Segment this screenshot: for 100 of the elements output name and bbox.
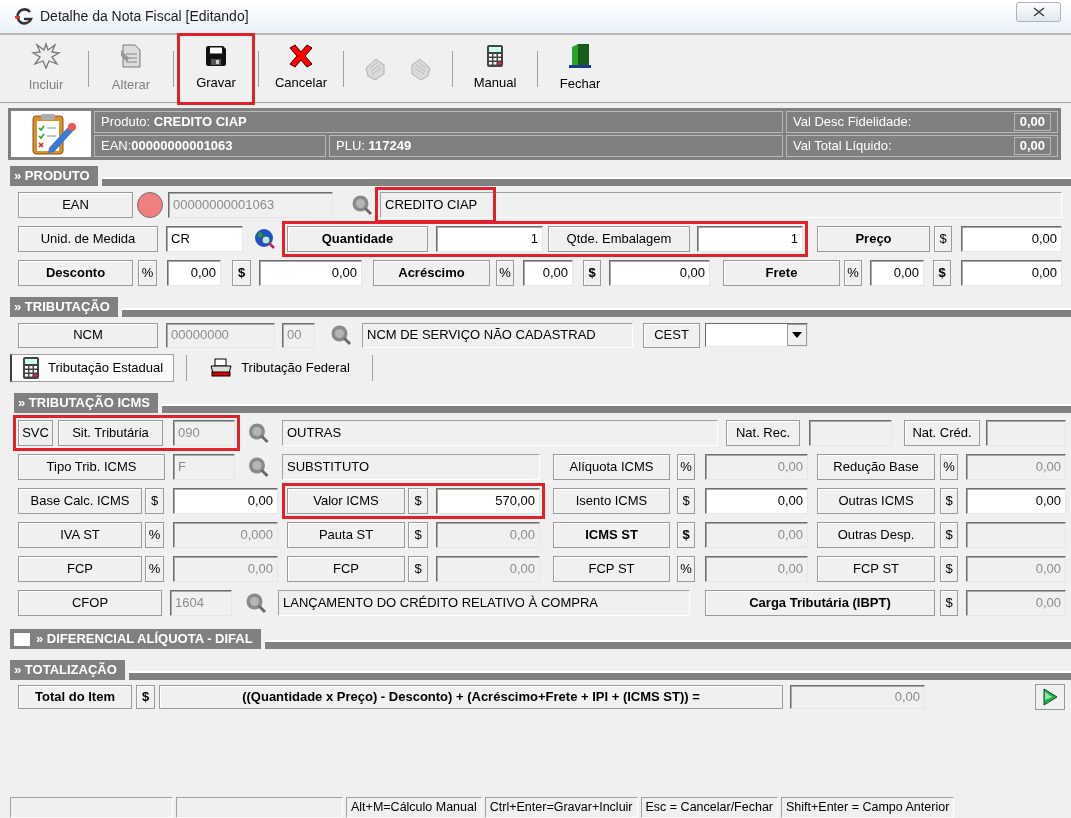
field-label: ((Quantidade x Preço) - Desconto) + (Acréscimo+Frete + IPI + (ICMS ST)) = bbox=[159, 684, 783, 709]
select-field[interactable] bbox=[705, 323, 808, 347]
unit-label: $ bbox=[583, 260, 601, 286]
field-label: Acréscimo bbox=[373, 260, 490, 286]
plu-code: PLU: 117249 bbox=[329, 135, 783, 157]
arrow-icon bbox=[1041, 686, 1059, 707]
dropdown-button[interactable] bbox=[787, 324, 807, 346]
unit-label: % bbox=[496, 260, 514, 286]
description-field[interactable]: CREDITO CIAP bbox=[380, 192, 1062, 218]
field-label: Desconto bbox=[18, 260, 133, 286]
checkbox[interactable] bbox=[14, 632, 30, 646]
field-label: Qtde. Embalagem bbox=[548, 226, 690, 252]
description-field[interactable]: LANÇAMENTO DO CRÉDITO RELATIVO À COMPRA bbox=[278, 589, 690, 616]
input-field[interactable]: 570,00 bbox=[436, 487, 540, 514]
field-label: Isento ICMS bbox=[553, 487, 670, 514]
next-button[interactable] bbox=[1035, 683, 1065, 710]
input-field[interactable]: CR bbox=[166, 226, 243, 252]
field-label: FCP bbox=[18, 555, 142, 582]
field-label: Total do Item bbox=[18, 684, 132, 709]
status-text: Ctrl+Enter=Gravar+Incluir bbox=[484, 797, 638, 818]
field-label: Nat. Rec. bbox=[726, 419, 800, 446]
search-icon[interactable] bbox=[350, 194, 374, 216]
description-field[interactable]: NCM DE SERVIÇO NÃO CADASTRAD bbox=[362, 322, 633, 348]
field-label: FCP ST bbox=[817, 555, 935, 582]
status-text: Shift+Enter = Campo Anterior bbox=[781, 797, 955, 818]
unit-label: $ bbox=[940, 589, 958, 616]
field-label: Tipo Trib. ICMS bbox=[18, 453, 165, 480]
tab[interactable]: Tributação Federal bbox=[199, 354, 360, 382]
unit-label: % bbox=[844, 260, 862, 286]
section-title: » TRIBUTAÇÃO bbox=[14, 298, 110, 317]
section-title: » TRIBUTAÇÃO ICMS bbox=[18, 394, 150, 413]
field-label: Carga Tributária (IBPT) bbox=[705, 589, 935, 616]
unit-label: $ bbox=[408, 521, 428, 548]
input-field[interactable]: 0,00 bbox=[259, 260, 362, 286]
globe-search-icon[interactable] bbox=[253, 227, 277, 251]
tab[interactable]: Tributação Estadual bbox=[10, 354, 175, 382]
burst-icon bbox=[31, 42, 61, 71]
field-label: CEST bbox=[643, 322, 700, 348]
toolbar-button[interactable]: Cancelar bbox=[267, 37, 335, 100]
summary-label: Val Desc Fidelidade: bbox=[793, 113, 912, 132]
toolbar-button[interactable]: Manual bbox=[461, 37, 529, 100]
input-field[interactable] bbox=[809, 419, 892, 446]
status-text: Esc = Cancelar/Fechar bbox=[640, 797, 778, 818]
description-field[interactable]: SUBSTITUTO bbox=[282, 453, 540, 480]
input-field[interactable]: 0,00 bbox=[167, 260, 221, 286]
input-field[interactable]: 1 bbox=[436, 226, 543, 252]
field-label: Redução Base bbox=[817, 453, 935, 480]
input-field[interactable]: 0,00 bbox=[870, 260, 924, 286]
field-label: Outras Desp. bbox=[817, 521, 935, 548]
input-field[interactable] bbox=[986, 419, 1066, 446]
field-label: CFOP bbox=[18, 589, 162, 616]
unit-label: % bbox=[677, 453, 695, 480]
field-label: Alíquota ICMS bbox=[553, 453, 670, 480]
search-icon[interactable] bbox=[330, 324, 352, 346]
input-field[interactable]: 0,00 bbox=[173, 487, 278, 514]
section-title: » TOTALIZAÇÃO bbox=[14, 661, 117, 680]
cross-icon bbox=[288, 44, 314, 69]
caret-icon bbox=[792, 332, 802, 338]
unit-label: % bbox=[940, 453, 958, 480]
field-label: Unid. de Medida bbox=[18, 226, 158, 252]
toolbar-button[interactable]: Fechar bbox=[546, 37, 614, 100]
input-field[interactable]: 0,00 bbox=[609, 260, 710, 286]
field-label: IVA ST bbox=[18, 521, 142, 548]
section-title: » DIFERENCIAL ALÍQUOTA - DIFAL bbox=[36, 630, 253, 649]
unit-label: $ bbox=[408, 555, 428, 582]
calculator-icon bbox=[22, 356, 40, 380]
unit-label: $ bbox=[136, 684, 155, 709]
unit-label: $ bbox=[940, 487, 958, 514]
unit-label: $ bbox=[232, 260, 251, 286]
field-label: SVC bbox=[18, 419, 53, 446]
summary-value: 0,00 bbox=[1013, 137, 1051, 155]
field-label: Frete bbox=[723, 260, 840, 286]
input-field[interactable]: 0,00 bbox=[961, 260, 1062, 286]
unit-label: $ bbox=[933, 260, 951, 286]
unit-label: $ bbox=[934, 226, 952, 252]
calculator-icon bbox=[486, 44, 504, 69]
unit-label: % bbox=[138, 260, 157, 286]
input-field[interactable]: 0,00 bbox=[523, 260, 573, 286]
unit-label: % bbox=[677, 555, 695, 582]
search-icon[interactable] bbox=[247, 455, 270, 478]
status-text: Alt+M=Cálculo Manual bbox=[346, 797, 482, 818]
input-field[interactable]: 0,00 bbox=[966, 487, 1066, 514]
toolbar-button[interactable]: Gravar bbox=[182, 37, 250, 100]
search-icon[interactable] bbox=[244, 591, 268, 614]
field-label: FCP ST bbox=[553, 555, 670, 582]
unit-label: $ bbox=[677, 521, 695, 548]
ean-code: EAN:00000000001063 bbox=[94, 135, 326, 157]
close-button[interactable] bbox=[1016, 2, 1061, 22]
field-label: Pauta ST bbox=[287, 521, 405, 548]
input-field[interactable]: 0,00 bbox=[961, 226, 1062, 252]
description-field[interactable]: OUTRAS bbox=[282, 419, 718, 446]
input-field[interactable]: 1 bbox=[697, 226, 803, 252]
section-title: » PRODUTO bbox=[14, 167, 90, 186]
field-label: FCP bbox=[287, 555, 405, 582]
unit-label: % bbox=[145, 521, 164, 548]
input-field[interactable]: 0,00 bbox=[705, 487, 808, 514]
search-icon[interactable] bbox=[247, 421, 270, 444]
input-field[interactable] bbox=[966, 521, 1066, 548]
window-title: Detalhe da Nota Fiscal [Editando] bbox=[40, 7, 249, 26]
summary-value: 0,00 bbox=[1013, 113, 1051, 131]
